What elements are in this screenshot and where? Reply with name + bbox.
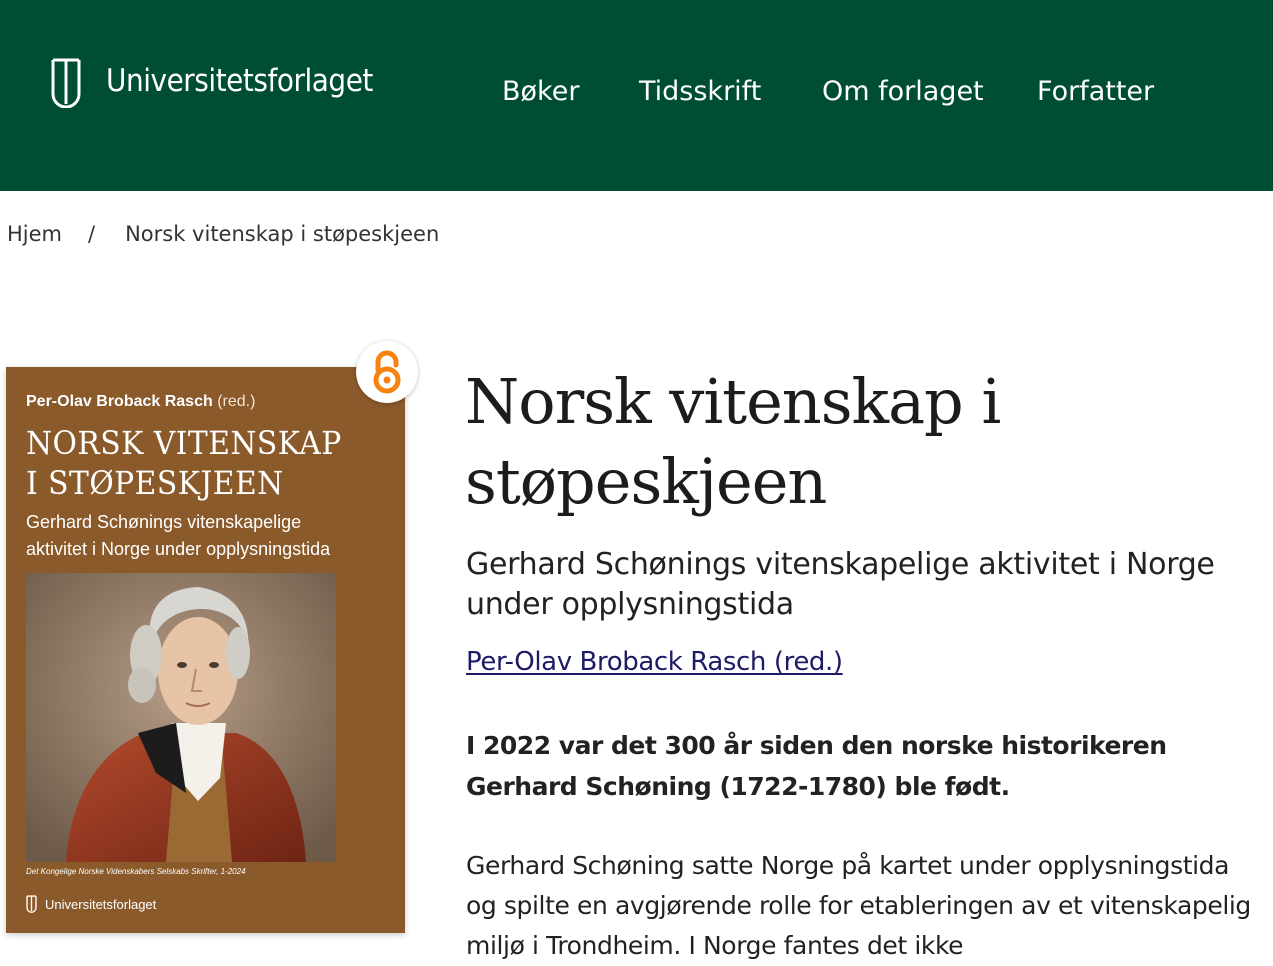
lead-paragraph: I 2022 var det 300 år siden den norske h… bbox=[466, 731, 1167, 801]
logo-mark-icon bbox=[51, 58, 81, 108]
cover-title: Norsk vitenskap i støpeskjeen bbox=[26, 423, 370, 503]
breadcrumb: Hjem / Norsk vitenskap i støpeskjeen bbox=[7, 222, 439, 246]
breadcrumb-current: Norsk vitenskap i støpeskjeen bbox=[125, 222, 440, 246]
nav-item-boker[interactable]: Bøker bbox=[502, 76, 579, 107]
cover-publisher-name: Universitetsforlaget bbox=[45, 896, 157, 912]
site-header: Universitetsforlaget Bøker Tidsskrift Om… bbox=[0, 0, 1273, 191]
cover-author-suffix: (red.) bbox=[217, 393, 256, 410]
cover-author: Per-Olav Broback Rasch (red.) bbox=[26, 393, 255, 411]
logo-text: Universitetsforlaget bbox=[106, 63, 373, 99]
cover-series: Det Kongelige Norske Videnskabers Selska… bbox=[26, 867, 246, 876]
author-link[interactable]: Per-Olav Broback Rasch (red.) bbox=[466, 647, 843, 677]
description-paragraph: Gerhard Schøning satte Norge på kartet u… bbox=[466, 851, 1251, 960]
cover-subtitle-line: Gerhard Schønings vitenskapelige bbox=[26, 512, 302, 532]
nav-item-tidsskrift[interactable]: Tidsskrift bbox=[639, 76, 761, 107]
nav-item-forfatter[interactable]: Forfatter bbox=[1037, 76, 1154, 107]
cover-subtitle-line: aktivitet i Norge under opplysningstida bbox=[26, 539, 331, 559]
cover-publisher-logo: Universitetsforlaget bbox=[26, 895, 156, 913]
breadcrumb-separator: / bbox=[88, 222, 96, 246]
open-access-lock-icon bbox=[373, 350, 401, 394]
book-cover[interactable]: Per-Olav Broback Rasch (red.) Norsk vite… bbox=[6, 367, 405, 933]
book-subtitle: Gerhard Schønings vitenskapelige aktivit… bbox=[466, 547, 1215, 622]
cover-subtitle: Gerhard Schønings vitenskapelige aktivit… bbox=[26, 509, 396, 563]
cover-author-name: Per-Olav Broback Rasch bbox=[26, 393, 213, 410]
portrait-painting bbox=[26, 573, 336, 862]
cover-title-line: i støpeskjeen bbox=[26, 464, 284, 502]
publisher-logo[interactable]: Universitetsforlaget bbox=[50, 58, 373, 108]
logo-mark-icon bbox=[26, 895, 37, 913]
nav-item-om-forlaget[interactable]: Om forlaget bbox=[822, 76, 984, 107]
cover-title-line: Norsk vitenskap bbox=[26, 424, 342, 462]
book-title: Norsk vitenskap i støpeskjeen bbox=[465, 365, 1001, 518]
open-access-badge bbox=[356, 341, 418, 403]
breadcrumb-home-link[interactable]: Hjem bbox=[7, 222, 62, 246]
